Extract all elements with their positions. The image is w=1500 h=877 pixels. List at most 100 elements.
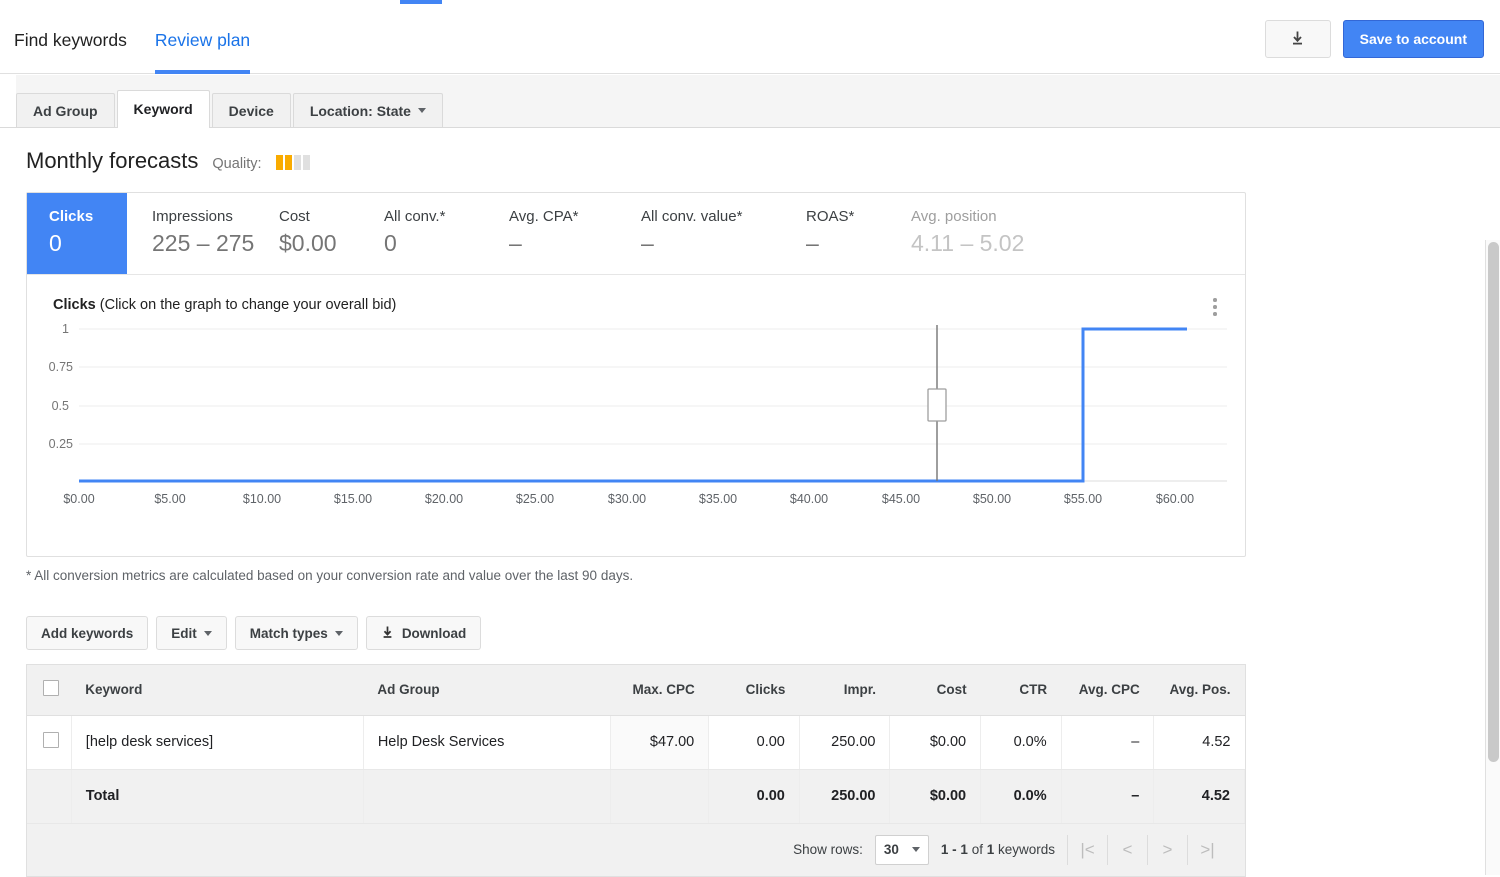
- vertical-scrollbar[interactable]: [1485, 240, 1500, 875]
- total-spacer: [27, 769, 71, 823]
- svg-text:0.75: 0.75: [49, 360, 73, 374]
- download-icon: [381, 626, 394, 640]
- download-table-button[interactable]: Download: [366, 616, 482, 650]
- kebab-dot: [1213, 312, 1217, 316]
- subtab-location-state[interactable]: Location: State: [293, 93, 443, 127]
- first-page-button[interactable]: |<: [1067, 835, 1107, 865]
- select-all-header: [27, 665, 71, 715]
- metric-row: Clicks 0 Impressions 225 – 275 Cost $0.0…: [27, 193, 1245, 275]
- total-avg-pos: 4.52: [1154, 769, 1245, 823]
- chart-title-hint: (Click on the graph to change your overa…: [96, 297, 397, 313]
- metric-all-conv-value[interactable]: All conv. value* –: [641, 193, 806, 274]
- metric-label: All conv. value*: [641, 207, 806, 227]
- page-title: Monthly forecasts: [26, 148, 198, 174]
- svg-text:$60.00: $60.00: [1156, 492, 1194, 506]
- total-ad-group: [363, 769, 610, 823]
- total-cost: $0.00: [890, 769, 981, 823]
- metric-value: 225 – 275: [152, 227, 279, 259]
- chart-title-metric: Clicks: [53, 297, 96, 313]
- table-header-row: Keyword Ad Group Max. CPC Clicks Impr. C…: [27, 665, 1245, 715]
- metric-label: Impressions: [152, 207, 279, 227]
- metric-avg-cpa[interactable]: Avg. CPA* –: [509, 193, 641, 274]
- add-keywords-button[interactable]: Add keywords: [26, 616, 148, 650]
- pagination-range-prefix: 1 - 1: [941, 842, 968, 857]
- bid-marker[interactable]: [928, 325, 946, 481]
- col-cost[interactable]: Cost: [890, 665, 981, 715]
- metric-clicks[interactable]: Clicks 0: [27, 193, 127, 274]
- table-total-row: Total 0.00 250.00 $0.00 0.0% – 4.52: [27, 769, 1245, 823]
- total-ctr: 0.0%: [981, 769, 1062, 823]
- col-avg-cpc[interactable]: Avg. CPC: [1061, 665, 1154, 715]
- metric-all-conv[interactable]: All conv.* 0: [384, 193, 509, 274]
- metric-value: $0.00: [279, 227, 384, 259]
- header-actions: Save to account: [1265, 20, 1484, 58]
- total-impr: 250.00: [799, 769, 890, 823]
- prev-page-button[interactable]: <: [1107, 835, 1147, 865]
- table-row[interactable]: [help desk services] Help Desk Services …: [27, 715, 1245, 769]
- metric-value: 0: [49, 227, 127, 259]
- cell-cost: $0.00: [890, 715, 981, 769]
- quality-meter: [276, 155, 310, 170]
- svg-text:$0.00: $0.00: [63, 492, 94, 506]
- chart-area[interactable]: Clicks (Click on the graph to change you…: [27, 275, 1245, 557]
- download-button[interactable]: [1265, 20, 1331, 58]
- svg-text:$45.00: $45.00: [882, 492, 920, 506]
- rows-per-page-select[interactable]: 30: [875, 835, 929, 865]
- edit-button[interactable]: Edit: [156, 616, 227, 650]
- svg-text:0.25: 0.25: [49, 437, 73, 451]
- subtab-label: Keyword: [134, 101, 193, 117]
- subtab-left-edge: [0, 75, 16, 127]
- clicks-bid-chart[interactable]: 1 0.75 0.5 0.25 $0.00 $5.00 $10.00 $15.0…: [27, 321, 1245, 521]
- cell-max-cpc[interactable]: $47.00: [610, 715, 709, 769]
- col-ad-group[interactable]: Ad Group: [363, 665, 610, 715]
- col-ctr[interactable]: CTR: [981, 665, 1062, 715]
- svg-text:$55.00: $55.00: [1064, 492, 1102, 506]
- subtab-ad-group[interactable]: Ad Group: [16, 93, 115, 127]
- header-bar: Find keywords Review plan Save to accoun…: [0, 6, 1500, 74]
- more-vert-icon[interactable]: [1203, 293, 1227, 321]
- nav-tab-find-keywords[interactable]: Find keywords: [0, 6, 141, 74]
- select-all-checkbox[interactable]: [43, 680, 59, 696]
- main-content: Monthly forecasts Quality: Clicks 0 Impr…: [0, 128, 1500, 875]
- total-avg-cpc: –: [1061, 769, 1154, 823]
- metric-avg-position[interactable]: Avg. position 4.11 – 5.02: [911, 193, 1091, 274]
- col-keyword[interactable]: Keyword: [71, 665, 363, 715]
- nav-tab-label: Review plan: [155, 30, 250, 51]
- subtab-label: Ad Group: [33, 103, 98, 119]
- cell-impr: 250.00: [799, 715, 890, 769]
- metric-roas[interactable]: ROAS* –: [806, 193, 911, 274]
- svg-text:$30.00: $30.00: [608, 492, 646, 506]
- chevron-down-icon: [418, 108, 426, 113]
- table-pagination: Show rows: 30 1 - 1 of 1 keywords |< < >…: [27, 824, 1245, 876]
- match-types-button[interactable]: Match types: [235, 616, 358, 650]
- row-checkbox[interactable]: [43, 732, 59, 748]
- col-max-cpc[interactable]: Max. CPC: [610, 665, 709, 715]
- total-clicks: 0.00: [709, 769, 800, 823]
- download-icon: [1290, 31, 1305, 47]
- last-page-button[interactable]: >|: [1187, 835, 1227, 865]
- chart-x-axis-labels: $0.00 $5.00 $10.00 $15.00 $20.00 $25.00 …: [63, 492, 1194, 506]
- save-to-account-label: Save to account: [1360, 31, 1467, 47]
- nav-tab-review-plan[interactable]: Review plan: [141, 6, 264, 74]
- edit-label: Edit: [171, 626, 197, 641]
- forecast-card: Clicks 0 Impressions 225 – 275 Cost $0.0…: [26, 192, 1246, 557]
- cell-avg-cpc: –: [1061, 715, 1154, 769]
- col-avg-pos[interactable]: Avg. Pos.: [1154, 665, 1245, 715]
- subtab-device[interactable]: Device: [212, 93, 291, 127]
- save-to-account-button[interactable]: Save to account: [1343, 20, 1484, 58]
- scrollbar-thumb[interactable]: [1488, 242, 1499, 762]
- bid-marker-handle[interactable]: [928, 389, 946, 421]
- metric-impressions[interactable]: Impressions 225 – 275: [127, 193, 279, 274]
- metric-label: All conv.*: [384, 207, 509, 227]
- cell-ad-group: Help Desk Services: [363, 715, 610, 769]
- svg-text:1: 1: [62, 322, 69, 336]
- total-max-cpc: [610, 769, 709, 823]
- subtab-bar: Ad Group Keyword Device Location: State: [0, 75, 1500, 128]
- metric-cost[interactable]: Cost $0.00: [279, 193, 384, 274]
- subtab-keyword[interactable]: Keyword: [117, 90, 210, 127]
- nav-tab-label: Find keywords: [14, 30, 127, 51]
- svg-text:$20.00: $20.00: [425, 492, 463, 506]
- col-impr[interactable]: Impr.: [799, 665, 890, 715]
- next-page-button[interactable]: >: [1147, 835, 1187, 865]
- col-clicks[interactable]: Clicks: [709, 665, 800, 715]
